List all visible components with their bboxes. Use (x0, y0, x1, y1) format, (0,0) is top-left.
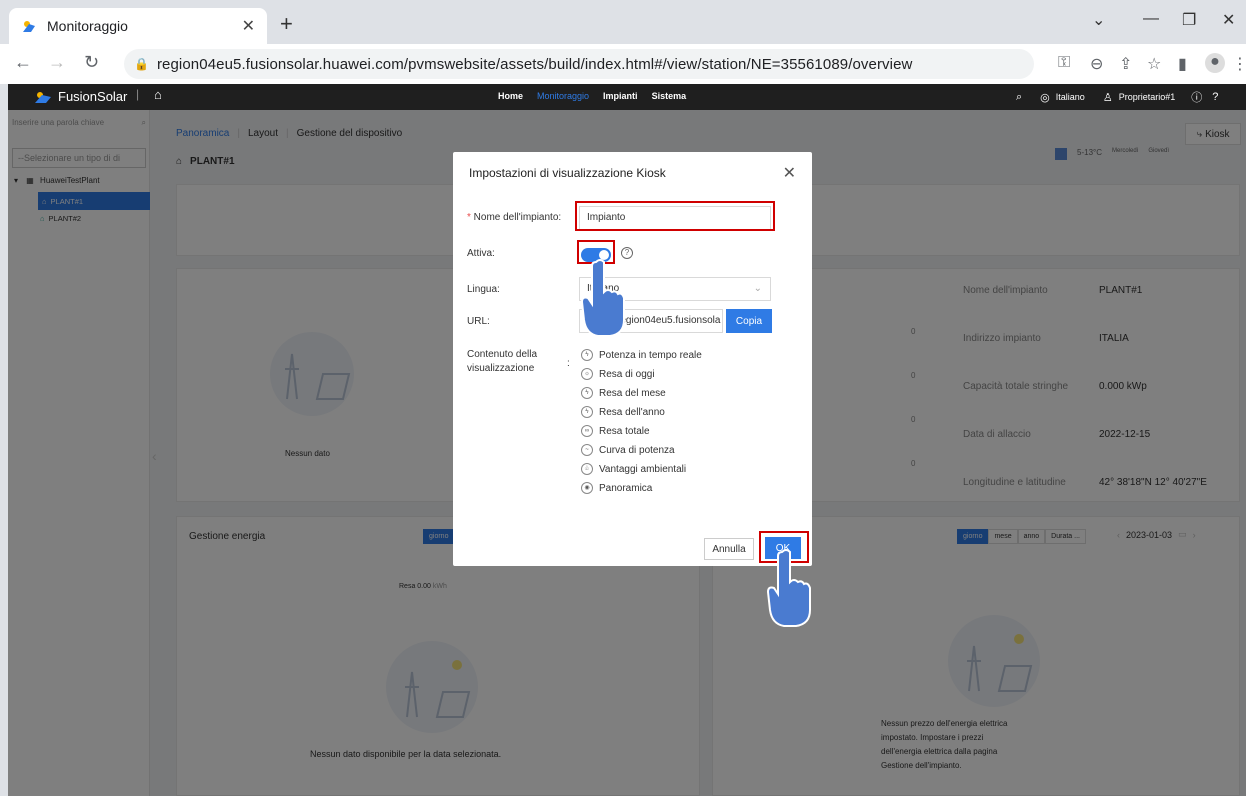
new-tab-icon[interactable]: + (280, 11, 293, 37)
profile-avatar-icon[interactable]: ● (1205, 53, 1225, 73)
forward-icon[interactable]: → (48, 52, 66, 73)
menu-sistema[interactable]: Sistema (652, 91, 687, 101)
copy-button[interactable]: Copia (726, 309, 772, 333)
home-icon[interactable]: ⌂ (154, 87, 162, 102)
sidepanel-icon[interactable]: ▮ (1178, 54, 1187, 74)
search-icon[interactable]: ⌕ (1016, 91, 1022, 104)
leaf-icon: ♧ (581, 463, 593, 475)
language-label: Lingua: (467, 284, 500, 295)
power-curve-icon: ~ (581, 444, 593, 456)
plant-name-label: * Nome dell'impianto: (467, 212, 562, 223)
yield-total-icon: ∞ (581, 425, 593, 437)
content-item[interactable]: ∞ Resa totale (581, 425, 650, 437)
pointing-hand-icon (580, 259, 625, 337)
main-menu: Home Monitoraggio Impianti Sistema (498, 91, 686, 101)
pointing-hand-icon (766, 549, 811, 627)
minimize-icon[interactable]: — (1143, 10, 1159, 28)
share-icon[interactable]: ⇪ (1119, 54, 1132, 74)
header-tools: ⌕ ◎ Italiano ♙ Proprietario#1 ⓘ ? (1016, 89, 1218, 105)
content-item[interactable]: ϟ Resa dell'anno (581, 406, 665, 418)
content-item-label: Resa totale (599, 425, 650, 437)
active-label: Attiva: (467, 248, 495, 259)
fusionsolar-logo-icon (35, 91, 51, 103)
zoom-icon[interactable]: ⊖ (1090, 54, 1103, 74)
highlight-box (575, 201, 775, 231)
content-item[interactable]: ϟ Resa del mese (581, 387, 666, 399)
header-divider: | (136, 87, 140, 101)
chevron-down-icon: ⌄ (753, 283, 762, 294)
yield-month-icon: ϟ (581, 387, 593, 399)
tab-title: Monitoraggio (47, 18, 128, 34)
colon: : (567, 358, 570, 369)
bookmark-star-icon[interactable]: ☆ (1147, 54, 1161, 74)
brand[interactable]: FusionSolar (34, 89, 127, 104)
browser-tab-bar: Monitoraggio ✕ + ⌄ — ❐ ✕ (0, 0, 1246, 44)
collapse-sidebar-icon[interactable]: ‹ (152, 448, 157, 464)
url-label: URL: (467, 316, 490, 327)
info-icon[interactable]: ⓘ (1191, 89, 1202, 105)
brand-name: FusionSolar (58, 89, 128, 104)
fusionsolar-favicon-icon (23, 21, 35, 32)
content-item-label: Vantaggi ambientali (599, 463, 687, 475)
language-selector[interactable]: Italiano (1056, 92, 1085, 102)
user-name[interactable]: Proprietario#1 (1119, 92, 1176, 102)
content-item-label: Potenza in tempo reale (599, 349, 702, 361)
back-icon[interactable]: ← (14, 52, 32, 73)
restore-icon[interactable]: ❐ (1182, 10, 1196, 30)
content-item[interactable]: ☼ Resa di oggi (581, 368, 655, 380)
content-label: Contenuto della visualizzazione (467, 349, 538, 374)
content-item-label: Resa del mese (599, 387, 666, 399)
tab-close-icon[interactable]: ✕ (242, 16, 255, 36)
dialog-title: Impostazioni di visualizzazione Kiosk (469, 166, 666, 180)
app-header: FusionSolar | ⌂ Home Monitoraggio Impian… (8, 84, 1246, 110)
globe-icon[interactable]: ◎ (1040, 91, 1050, 104)
overview-icon: ◉ (581, 482, 593, 494)
content-item-label: Curva di potenza (599, 444, 675, 456)
menu-monitoraggio[interactable]: Monitoraggio (537, 91, 589, 101)
power-icon: ϟ (581, 349, 593, 361)
cancel-button[interactable]: Annulla (704, 538, 754, 560)
content-item[interactable]: ♧ Vantaggi ambientali (581, 463, 686, 475)
content-item-label: Panoramica (599, 482, 653, 494)
more-menu-icon[interactable]: ⋮ (1232, 54, 1246, 74)
key-icon[interactable]: ⚿ (1058, 54, 1070, 72)
menu-home[interactable]: Home (498, 91, 523, 101)
user-icon[interactable]: ♙ (1103, 91, 1113, 104)
content-item-label: Resa dell'anno (599, 406, 665, 418)
reload-icon[interactable]: ↻ (84, 52, 99, 73)
tab-search-icon[interactable]: ⌄ (1092, 10, 1105, 30)
close-icon[interactable]: ✕ (783, 163, 796, 183)
help-icon[interactable]: ? (1212, 91, 1218, 103)
lock-icon: 🔒 (134, 57, 149, 71)
content-item[interactable]: ϟ Potenza in tempo reale (581, 349, 702, 361)
yield-year-icon: ϟ (581, 406, 593, 418)
content-item[interactable]: ~ Curva di potenza (581, 444, 675, 456)
url-text: region04eu5.fusionsolar.huawei.com/pvmsw… (156, 55, 913, 73)
menu-impianti[interactable]: Impianti (603, 91, 638, 101)
content-item[interactable]: ◉ Panoramica (581, 482, 652, 494)
address-bar-row: ← → ↻ 🔒 region04eu5.fusionsolar.huawei.c… (0, 44, 1246, 84)
kiosk-settings-dialog: Impostazioni di visualizzazione Kiosk ✕ … (453, 152, 812, 566)
browser-tab[interactable]: Monitoraggio ✕ (9, 8, 267, 44)
content-item-label: Resa di oggi (599, 368, 655, 380)
omnibox[interactable]: 🔒 region04eu5.fusionsolar.huawei.com/pvm… (124, 49, 1034, 79)
yield-today-icon: ☼ (581, 368, 593, 380)
close-window-icon[interactable]: ✕ (1222, 10, 1235, 30)
